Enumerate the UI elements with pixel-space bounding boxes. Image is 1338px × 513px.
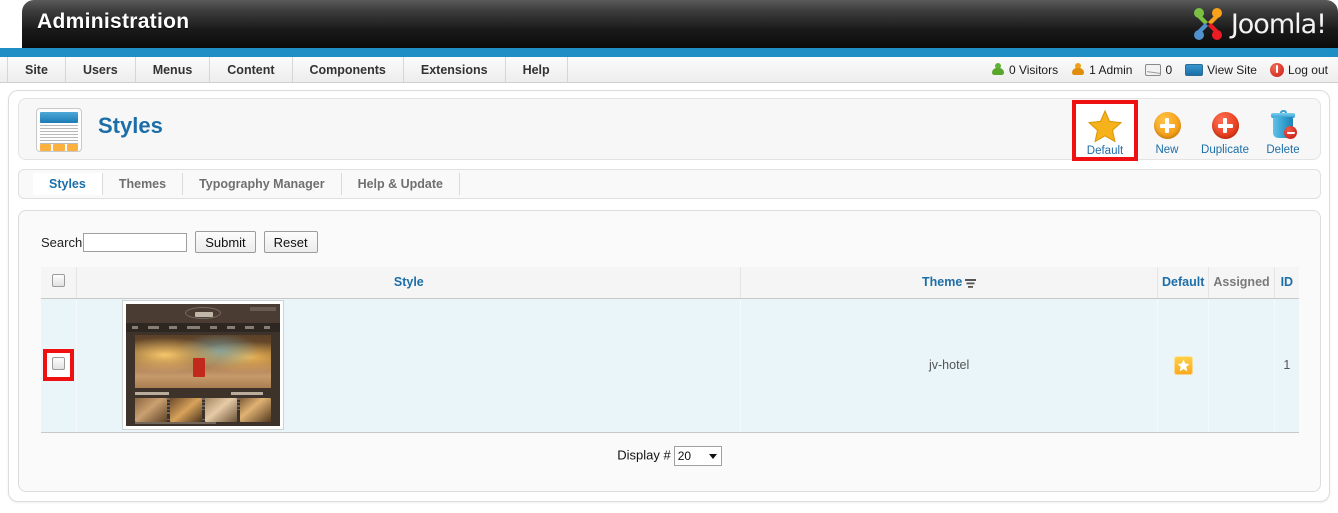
table-row: jv-hotel 1	[41, 298, 1299, 433]
pagination-footer: Display # 20	[19, 435, 1320, 489]
row-style-cell	[76, 298, 742, 433]
submit-button[interactable]: Submit	[195, 231, 256, 253]
plus-circle-red-icon	[1211, 111, 1239, 139]
search-label: Search	[41, 234, 83, 250]
status-admins: 1 Admin	[1071, 63, 1132, 77]
new-button[interactable]: New	[1138, 102, 1196, 156]
menu-item-site[interactable]: Site	[7, 57, 66, 82]
status-visitors-label: 0 Visitors	[1008, 62, 1059, 77]
column-default[interactable]: Default	[1157, 267, 1210, 299]
search-bar: Search Submit Reset	[41, 231, 318, 253]
column-id[interactable]: ID	[1274, 267, 1299, 299]
star-icon	[1076, 108, 1134, 144]
star-badge-icon[interactable]	[1173, 355, 1193, 375]
display-count-value: 20	[677, 449, 692, 463]
styles-list-panel: Search Submit Reset Style Theme Default …	[18, 210, 1321, 492]
page-header-title: Administration	[37, 10, 190, 33]
row-theme-cell: jv-hotel	[740, 298, 1159, 433]
new-button-label: New	[1155, 144, 1179, 156]
admin-person-icon	[1071, 63, 1085, 76]
logout-link[interactable]: Log out	[1269, 62, 1328, 77]
admin-header-bar: Administration Joomla!	[22, 0, 1338, 48]
joomla-logo-icon	[1193, 8, 1222, 40]
row-default-cell	[1157, 298, 1210, 433]
menu-item-components[interactable]: Components	[293, 57, 404, 82]
styles-table: Style Theme Default Assigned ID jv-hotel…	[41, 267, 1299, 433]
status-messages-count: 0	[1165, 62, 1173, 77]
delete-button-label: Delete	[1266, 144, 1300, 156]
page-header-block: Styles Default New Duplicate Delete	[18, 98, 1321, 161]
joomla-brand-text: Joomla!	[1230, 8, 1327, 40]
joomla-logo: Joomla!	[1190, 4, 1327, 44]
display-count-select[interactable]: 20	[673, 446, 722, 466]
tab-themes[interactable]: Themes	[103, 173, 184, 195]
search-input[interactable]	[83, 232, 188, 252]
main-content-panel: Styles Default New Duplicate Delete Styl…	[8, 90, 1330, 502]
row-checkbox-highlight	[43, 349, 75, 381]
delete-button[interactable]: Delete	[1254, 102, 1312, 156]
column-assigned: Assigned	[1208, 267, 1275, 299]
toolbar: Default New Duplicate Delete	[1072, 100, 1312, 161]
tab-styles[interactable]: Styles	[33, 173, 103, 195]
status-messages[interactable]: 0	[1145, 63, 1172, 77]
template-styles-icon	[36, 108, 82, 152]
row-checkbox[interactable]	[52, 357, 66, 370]
default-button[interactable]: Default	[1072, 100, 1138, 161]
blue-divider-bar	[0, 48, 1338, 57]
reset-button[interactable]: Reset	[263, 231, 318, 253]
select-all-checkbox[interactable]	[52, 274, 66, 288]
sort-descending-icon	[965, 279, 977, 289]
plus-circle-orange-icon	[1153, 111, 1181, 139]
menu-item-content[interactable]: Content	[210, 57, 293, 82]
tab-bar: Styles Themes Typography Manager Help & …	[18, 169, 1321, 199]
display-count-label: Display #	[617, 447, 671, 463]
view-site-label: View Site	[1207, 62, 1257, 77]
main-menu-bar: Site Users Menus Content Components Exte…	[0, 57, 1338, 83]
duplicate-button-label: Duplicate	[1201, 144, 1249, 156]
messages-mail-icon[interactable]	[1145, 63, 1162, 76]
tab-help-and-update[interactable]: Help & Update	[342, 173, 461, 195]
menu-item-menus[interactable]: Menus	[136, 57, 211, 82]
view-site-monitor-icon	[1185, 63, 1204, 76]
page-title: Styles	[98, 113, 163, 138]
default-button-label: Default	[1086, 145, 1124, 157]
status-visitors: 0 Visitors	[991, 63, 1058, 77]
menu-item-help[interactable]: Help	[506, 57, 568, 82]
logout-label: Log out	[1287, 62, 1328, 77]
style-thumbnail[interactable]	[122, 300, 285, 430]
hotel-template-preview	[126, 304, 281, 426]
status-admins-label: 1 Admin	[1089, 62, 1133, 77]
column-style[interactable]: Style	[76, 267, 742, 299]
menu-item-users[interactable]: Users	[66, 57, 136, 82]
app-window: Administration Joomla! Site Users Menus …	[0, 0, 1338, 513]
tab-typography-manager[interactable]: Typography Manager	[183, 173, 342, 195]
row-assigned-cell	[1208, 298, 1275, 433]
row-select-cell	[41, 298, 78, 433]
menu-spacer	[568, 57, 991, 82]
view-site-link[interactable]: View Site	[1185, 63, 1257, 77]
logout-power-icon	[1269, 62, 1284, 77]
column-theme[interactable]: Theme	[740, 267, 1159, 299]
visitors-person-icon	[991, 63, 1005, 76]
column-theme-label: Theme	[921, 275, 963, 290]
status-area: 0 Visitors 1 Admin 0 View Site Log out	[991, 57, 1338, 82]
row-id-cell: 1	[1274, 298, 1299, 433]
trash-icon	[1271, 110, 1297, 139]
duplicate-button[interactable]: Duplicate	[1196, 102, 1254, 156]
chevron-down-icon	[708, 454, 717, 459]
menu-item-extensions[interactable]: Extensions	[404, 57, 506, 82]
column-select-all	[41, 267, 78, 299]
table-header-row: Style Theme Default Assigned ID	[41, 267, 1299, 299]
